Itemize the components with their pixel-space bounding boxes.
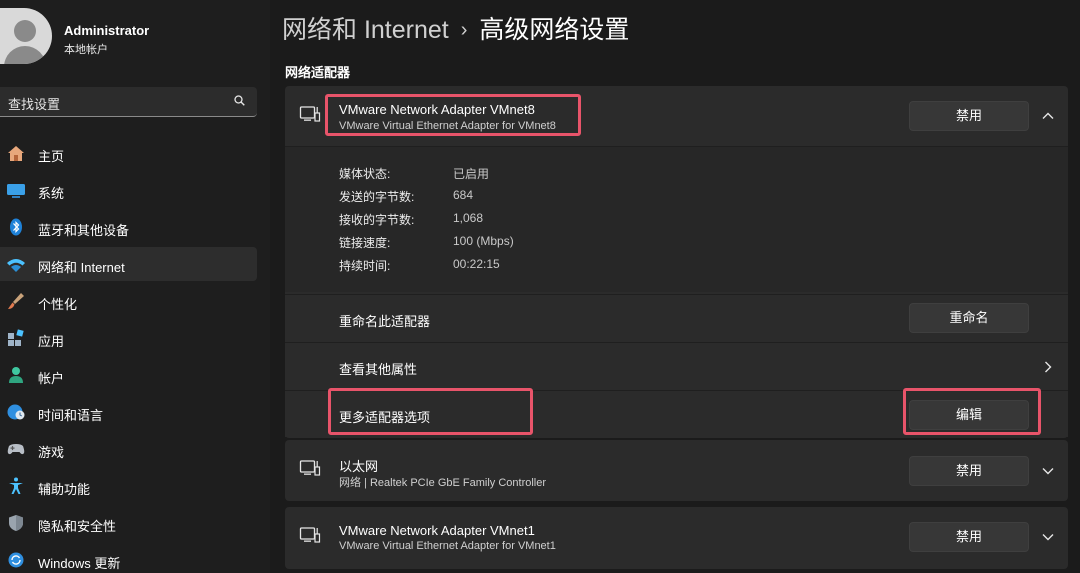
home-icon	[8, 146, 24, 161]
bytes-sent-value: 684	[453, 188, 474, 202]
update-icon	[8, 552, 24, 568]
sidebar-item-system[interactable]: 系统	[0, 173, 257, 207]
sidebar-item-windows-update[interactable]: Windows 更新	[0, 543, 257, 573]
globe-clock-icon	[7, 404, 25, 420]
link-speed-label: 链接速度:	[339, 236, 391, 250]
media-state-label: 媒体状态:	[339, 167, 391, 181]
brush-icon	[8, 293, 24, 309]
search-icon	[234, 95, 245, 106]
sidebar-item-label: 游戏	[38, 445, 65, 460]
duration-value: 00:22:15	[453, 257, 500, 271]
sidebar-item-label: 应用	[38, 334, 65, 349]
account-icon	[9, 367, 23, 383]
disable-button[interactable]: 禁用	[909, 456, 1029, 486]
sidebar-item-label: 个性化	[38, 297, 78, 312]
adapter-header[interactable]: 以太网 网络 | Realtek PCIe GbE Family Control…	[285, 440, 1068, 500]
adapter-subtitle: VMware Virtual Ethernet Adapter for VMne…	[339, 540, 556, 552]
search-text: 查找设置	[8, 97, 61, 112]
user-profile[interactable]: Administrator 本地帐户	[0, 8, 270, 64]
accessibility-icon	[9, 477, 23, 494]
avatar	[0, 8, 52, 64]
adapter-card-vmnet8: VMware Network Adapter VMnet8 VMware Vir…	[285, 86, 1068, 438]
sidebar-item-gaming[interactable]: 游戏	[0, 432, 257, 466]
chevron-right-icon	[1045, 361, 1052, 373]
adapter-header[interactable]: VMware Network Adapter VMnet8 VMware Vir…	[285, 86, 1068, 146]
more-adapter-options-label: 更多适配器选项	[339, 410, 431, 425]
chevron-down-icon[interactable]	[1041, 464, 1055, 478]
view-properties-row[interactable]: 查看其他属性	[285, 342, 1068, 389]
sidebar-item-accounts[interactable]: 帐户	[0, 358, 257, 392]
rename-button[interactable]: 重命名	[909, 303, 1029, 333]
adapter-title: VMware Network Adapter VMnet8	[339, 102, 535, 117]
sidebar-item-label: 网络和 Internet	[38, 260, 125, 275]
breadcrumb: 网络和 Internet › 高级网络设置	[282, 10, 629, 46]
bytes-received-label: 接收的字节数:	[339, 213, 415, 227]
sidebar-item-label: 蓝牙和其他设备	[38, 223, 130, 238]
adapter-subtitle: VMware Virtual Ethernet Adapter for VMne…	[339, 120, 556, 132]
search-input[interactable]: 查找设置	[0, 87, 257, 117]
profile-account-type: 本地帐户	[64, 44, 108, 56]
apps-icon	[8, 329, 24, 346]
breadcrumb-separator-icon: ›	[460, 19, 468, 41]
chevron-down-icon[interactable]	[1041, 530, 1055, 544]
adapter-details: 媒体状态: 已启用 发送的字节数: 684 接收的字节数: 1,068 链接速度…	[285, 146, 1068, 292]
bytes-sent-label: 发送的字节数:	[339, 190, 415, 204]
disable-button[interactable]: 禁用	[909, 101, 1029, 131]
sidebar-item-label: 帐户	[38, 371, 65, 386]
network-adapter-icon	[299, 106, 321, 122]
section-title: 网络适配器	[285, 65, 351, 80]
more-adapter-options-row: 更多适配器选项 编辑	[285, 390, 1068, 437]
sidebar-item-label: 隐私和安全性	[38, 519, 117, 534]
wifi-icon	[7, 259, 25, 272]
rename-adapter-row: 重命名此适配器 重命名	[285, 294, 1068, 341]
link-speed-value: 100 (Mbps)	[453, 234, 514, 248]
sidebar-item-privacy[interactable]: 隐私和安全性	[0, 506, 257, 540]
sidebar-item-time-language[interactable]: 时间和语言	[0, 395, 257, 429]
adapter-header[interactable]: VMware Network Adapter VMnet1 VMware Vir…	[285, 507, 1068, 567]
adapter-card-vmnet1: VMware Network Adapter VMnet1 VMware Vir…	[285, 507, 1068, 569]
breadcrumb-parent[interactable]: 网络和 Internet	[282, 16, 449, 44]
media-state-value: 已启用	[453, 167, 490, 181]
disable-button[interactable]: 禁用	[909, 522, 1029, 552]
gamepad-icon	[7, 444, 25, 455]
profile-name: Administrator	[64, 23, 150, 38]
adapter-card-ethernet: 以太网 网络 | Realtek PCIe GbE Family Control…	[285, 440, 1068, 501]
sidebar-item-label: 时间和语言	[38, 408, 104, 423]
network-adapter-icon	[299, 460, 321, 476]
sidebar-item-label: Windows 更新	[38, 556, 121, 571]
sidebar-item-label: 主页	[38, 149, 65, 164]
sidebar: Administrator 本地帐户 查找设置 主页 系统 蓝牙和其他设备 网络…	[0, 0, 270, 573]
bluetooth-icon	[10, 218, 22, 236]
network-adapter-icon	[299, 527, 321, 543]
sidebar-item-bluetooth[interactable]: 蓝牙和其他设备	[0, 210, 257, 244]
adapter-title: 以太网	[339, 459, 379, 474]
sidebar-item-accessibility[interactable]: 辅助功能	[0, 469, 257, 503]
view-properties-label: 查看其他属性	[339, 362, 418, 377]
sidebar-item-label: 辅助功能	[38, 482, 91, 497]
page-title: 高级网络设置	[479, 16, 630, 44]
chevron-up-icon[interactable]	[1041, 109, 1055, 123]
sidebar-item-personalization[interactable]: 个性化	[0, 284, 257, 318]
adapter-subtitle: 网络 | Realtek PCIe GbE Family Controller	[339, 477, 547, 489]
rename-adapter-label: 重命名此适配器	[339, 314, 431, 329]
main-content: 网络和 Internet › 高级网络设置 网络适配器 VMware Network…	[270, 0, 1080, 573]
shield-icon	[9, 515, 23, 531]
bytes-received-value: 1,068	[453, 211, 484, 225]
system-icon	[7, 184, 25, 198]
sidebar-item-apps[interactable]: 应用	[0, 321, 257, 355]
duration-label: 持续时间:	[339, 259, 391, 273]
edit-button[interactable]: 编辑	[909, 400, 1029, 430]
sidebar-item-home[interactable]: 主页	[0, 136, 257, 170]
sidebar-item-label: 系统	[38, 186, 65, 201]
sidebar-item-network[interactable]: 网络和 Internet	[0, 247, 257, 281]
adapter-title: VMware Network Adapter VMnet1	[339, 523, 535, 538]
